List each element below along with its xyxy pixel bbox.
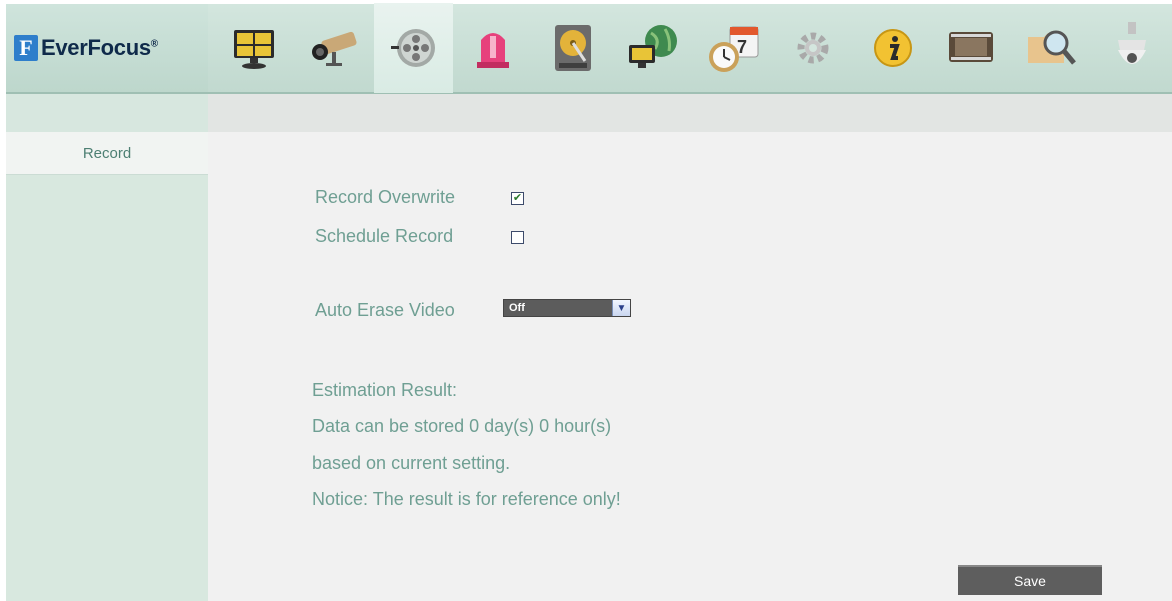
record-reel-icon[interactable] xyxy=(373,3,454,93)
live-view-icon[interactable] xyxy=(214,3,294,93)
estimation-line1: Data can be stored 0 day(s) 0 hour(s) xyxy=(312,416,612,436)
save-button[interactable]: Save xyxy=(958,565,1102,595)
sidebar-item-record[interactable]: Record xyxy=(6,132,208,175)
logo-mark: F xyxy=(14,35,38,61)
chevron-down-icon[interactable]: ▼ xyxy=(612,300,630,316)
logo: F EverFocus® xyxy=(6,4,208,94)
sidebar: Record xyxy=(6,132,208,601)
ptz-dome-icon[interactable] xyxy=(1092,3,1172,93)
record-overwrite-label: Record Overwrite xyxy=(315,187,456,207)
checkmark-icon: ✔ xyxy=(512,192,523,204)
brand-registered: ® xyxy=(150,38,158,50)
content-header xyxy=(208,94,1172,132)
info-icon[interactable] xyxy=(853,3,933,93)
alarm-icon[interactable] xyxy=(453,3,533,93)
logo-text: EverFocus® xyxy=(41,35,158,61)
search-icon[interactable] xyxy=(1012,3,1092,93)
estimation-line2: based on current setting. xyxy=(312,453,511,473)
record-overwrite-checkbox[interactable]: ✔ xyxy=(511,192,524,205)
estimation-title: Estimation Result: xyxy=(312,380,458,400)
hard-disk-icon[interactable] xyxy=(533,3,613,93)
camera-icon[interactable] xyxy=(294,3,374,93)
schedule-record-label: Schedule Record xyxy=(315,226,454,246)
sidebar-item-label: Record xyxy=(82,144,132,162)
schedule-record-checkbox[interactable] xyxy=(511,231,524,244)
sidebar-header xyxy=(6,94,208,132)
brand-name: EverFocus xyxy=(41,35,151,60)
auto-erase-label: Auto Erase Video xyxy=(315,300,455,320)
gear-icon[interactable] xyxy=(773,3,853,93)
schedule-icon[interactable]: 7 xyxy=(693,3,773,93)
estimation-notice: Notice: The result is for reference only… xyxy=(312,489,621,509)
network-icon[interactable] xyxy=(613,3,693,93)
main-toolbar: 7 xyxy=(208,3,1172,94)
auto-erase-select[interactable]: Off ▼ xyxy=(503,299,631,317)
playback-film-icon[interactable] xyxy=(932,3,1012,93)
auto-erase-value: Off xyxy=(509,302,525,314)
